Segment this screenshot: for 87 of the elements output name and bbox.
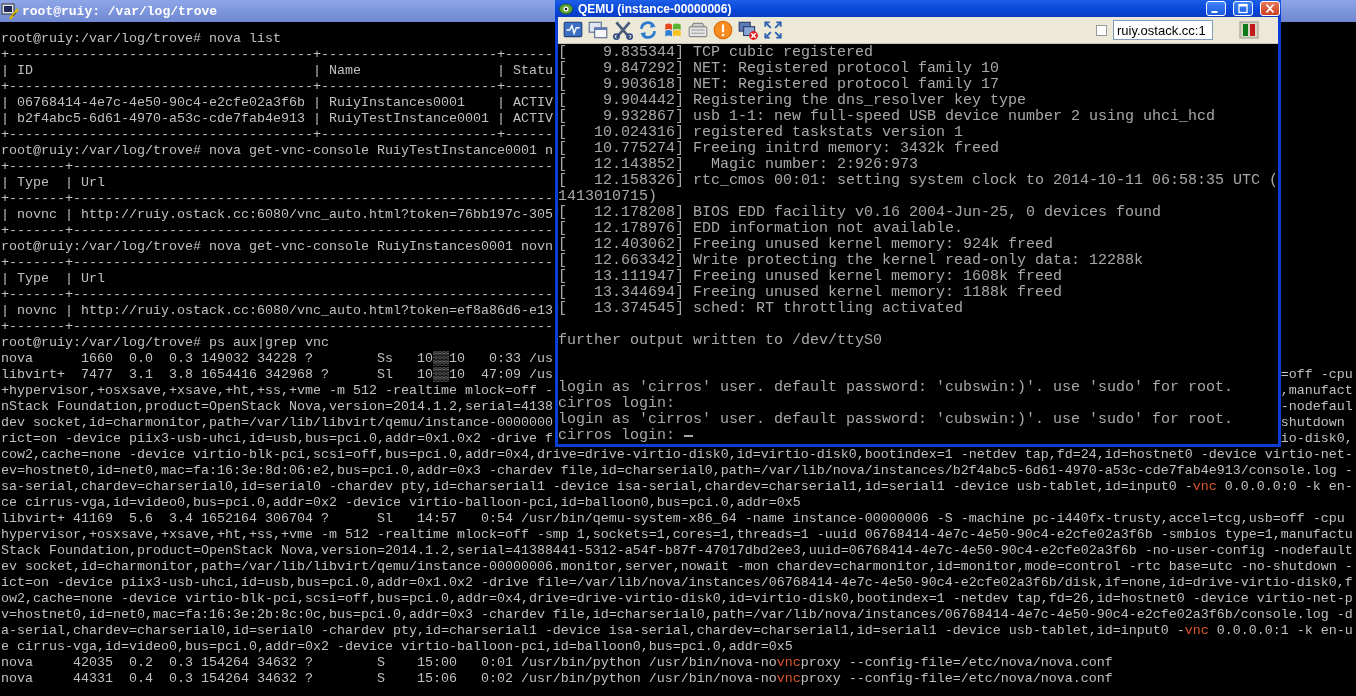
- terminal-line: | novnc | http://ruiy.ostack.cc:6080/vnc_auto.html?token=76bb197c-305: [1, 207, 553, 223]
- terminal-line: nova 1660 0.0 0.3 149032 34228 ? Ss 10▒▒10 0:33 /us: [1, 351, 553, 366]
- console-line: [ 13.344694] Freeing unused kernel memory: 1188k freed: [558, 285, 1063, 301]
- terminal-line: | ID | Name | Statu: [1, 63, 553, 79]
- terminal-line: cow2,cache=none -device virtio-blk-pci,scsi=off,bus=pci.0,addr=0x4,drive=drive-virtio-disk0,id=virtio-disk0,bootindex=1 -netdev tap,fd=24,id=hostnet0 -device virtio-net-: [1, 447, 1353, 463]
- console-line: [ 9.904442] Registering the dns_resolver key type: [558, 93, 1027, 109]
- console-line: further output written to /dev/ttyS0: [558, 333, 883, 349]
- console-line: [ 10.024316] registered taskstats version 1: [558, 125, 964, 141]
- terminal-line: a-serial,chardev=charserial0,id=serial0 -chardev pty,id=charserial1 -device isa-serial,chardev=charserial1,id=serial1 -device usb-tablet,id=input0 -vnc 0.0.0.0:1 -k en-u: [1, 623, 1353, 639]
- terminal-line: libvirt+ 7477 3.1 3.8 1654416 342968 ? Sl 10▒▒10 47:09 /us: [1, 367, 553, 383]
- terminal-line: dev socket,id=charmonitor,path=/var/lib/libvirt/qemu/instance-0000000: [1, 415, 553, 431]
- terminal-line: -nodefaul: [1280, 399, 1353, 415]
- console-line: [ 12.663342] Write protecting the kernel read-only data: 12288k: [558, 253, 1144, 269]
- console-line: login as 'cirros' user. default password: 'cubswin:)'. use 'sudo' for root.: [558, 412, 1234, 428]
- console-line: [ 9.835344] TCP cubic registered: [558, 45, 874, 61]
- terminal-line: ow2,cache=none -device virtio-blk-pci,scsi=off,bus=pci.0,addr=0x4,drive=drive-virtio-disk0,id=virtio-disk0,bootindex=1 -netdev tap,fd=26,id=hostnet0 -device virtio-net-p: [1, 591, 1353, 607]
- alert-icon[interactable]: [712, 19, 734, 41]
- terminal-line: +-------+------------------------------------------------------------: [1, 191, 553, 207]
- fullscreen-icon[interactable]: [762, 19, 784, 41]
- terminal-line: Stack Foundation,product=OpenStack Nova,version=2014.1.2,serial=41388441-5312-a54f-b87f-47017dbd2ee3,uuid=06768414-4e7c-4e50-90c4-e2cfe02a3f6b -no-user-config -nodefault: [1, 543, 1353, 559]
- indicator-icon[interactable]: [1238, 20, 1260, 40]
- terminal-line: nova 42035 0.2 0.3 154264 34632 ? S 15:00 0:01 /usr/bin/python /usr/bin/nova-novncproxy --config-file=/etc/nova/nova.conf: [1, 655, 1113, 671]
- terminal-icon: [1, 2, 19, 20]
- console-line: login as 'cirros' user. default password: 'cubswin:)'. use 'sudo' for root.: [558, 380, 1234, 396]
- terminal-line: shutdown: [1280, 415, 1345, 431]
- terminal-line: | b2f4abc5-6d61-4970-a53c-cde7fab4e913 | RuiyTestInstance0001 | ACTIV: [1, 111, 553, 127]
- terminal-line: | novnc | http://ruiy.ostack.cc:6080/vnc_auto.html?token=ef8a86d6-e13: [1, 303, 553, 319]
- terminal-line: hypervisor,+osxsave,+xsave,+ht,+ss,+vme -m 512 -realtime mlock=off -smp 1,sockets=1,cores=1,threads=1 -uuid 06768414-4e7c-4e50-90c4-e2cfe02a3f6b -smbios type=1,manufactu: [1, 527, 1353, 543]
- terminal-line: e cirrus-vga,id=video0,bus=pci.0,addr=0x2 -device virtio-balloon-pci,id=balloon0,bus=pci.0,addr=0x5: [1, 639, 793, 655]
- windows-icon[interactable]: [587, 19, 609, 41]
- minimize-button[interactable]: [1206, 1, 1226, 16]
- terminal-line: sa-serial,chardev=charserial0,id=serial0 -chardev pty,id=charserial1 -device isa-serial,chardev=charserial1,id=serial1 -device usb-tablet,id=input0 -vnc 0.0.0.0:0 -k en-: [1, 479, 1353, 495]
- eye-icon: [559, 2, 573, 15]
- terminal-line: +-------+------------------------------------------------------------: [1, 159, 553, 175]
- console-line: cirros login:: [558, 396, 676, 412]
- terminal-line: ev=hostnet0,id=net0,mac=fa:16:3e:8d:06:e2,bus=pci.0,addr=0x3 -chardev file,id=charserial0,path=/var/lib/nova/instances/b2f4abc5-6d61-4970-a53c-cde7fab4e913/console.log -: [1, 463, 1353, 479]
- console-line: 1413010715): [558, 189, 658, 205]
- console-line: [ 12.143852] Magic number: 2:926:973: [558, 157, 919, 173]
- console-line: [ 9.932867] usb 1-1: new full-speed USB device number 2 using uhci_hcd: [558, 109, 1216, 125]
- console-line: [ 13.111947] Freeing unused kernel memory: 1608k freed: [558, 269, 1063, 285]
- terminal-line: | Type | Url: [1, 271, 105, 287]
- console-line: [ 10.775274] Freeing initrd memory: 3432k freed: [558, 141, 1000, 157]
- terminal-line: nova 44331 0.4 0.3 154264 34632 ? S 15:06 0:02 /usr/bin/python /usr/bin/nova-novncproxy --config-file=/etc/nova/nova.conf: [1, 671, 1113, 687]
- terminal-line: v=hostnet0,id=net0,mac=fa:16:3e:2b:8c:0c,bus=pci.0,addr=0x3 -chardev file,id=charserial0,path=/var/lib/nova/instances/06768414-4e7c-4e50-90c4-e2cfe02a3f6b/console.log -d: [1, 607, 1353, 623]
- terminal-line: +hypervisor,+osxsave,+xsave,+ht,+ss,+vme -m 512 -realtime mlock=off -: [1, 383, 553, 399]
- console-line: [ 9.903618] NET: Registered protocol family 17: [558, 77, 1000, 93]
- refresh-icon[interactable]: [637, 19, 659, 41]
- terminal-line: +--------------------------------------+----------------------+------: [1, 127, 553, 143]
- console-line: cirros login:: [558, 428, 676, 444]
- terminal-line: libvirt+ 41169 5.6 3.4 1652164 306704 ? Sl 14:57 0:54 /usr/bin/qemu-system-x86_64 -name instance-00000006 -S -machine pc-i440fx-trusty,accel=tcg,usb=off -cpu: [1, 511, 1345, 527]
- terminal-line: nStack Foundation,product=OpenStack Nova,version=2014.1.2,serial=4138: [1, 399, 553, 415]
- console-line: [ 12.178208] BIOS EDD facility v0.16 2004-Jun-25, 0 devices found: [558, 205, 1162, 221]
- terminal-line: +--------------------------------------+----------------------+------: [1, 47, 553, 63]
- console-line: [ 12.178976] EDD information not available.: [558, 221, 964, 237]
- terminal-line: root@ruiy:/var/log/trove# nova list: [1, 31, 281, 47]
- terminal-line: =off -cpu: [1280, 367, 1353, 383]
- console-line: [ 12.403062] Freeing unused kernel memory: 924k freed: [558, 237, 1054, 253]
- terminal-line: +-------+------------------------------------------------------------: [1, 255, 553, 271]
- checkbox[interactable]: [1096, 24, 1107, 36]
- terminal-line: ict=on -device piix3-usb-uhci,id=usb,bus=pci.0,addr=0x1.0x2 -drive file=/var/lib/nova/instances/06768414-4e7c-4e50-90c4-e2cfe02a3f6b/disk,if=none,id=drive-virtio-disk0,f: [1, 575, 1353, 591]
- maximize-button[interactable]: [1233, 1, 1253, 16]
- terminal-line: io-disk0,: [1280, 431, 1353, 447]
- terminal-line: +-------+------------------------------------------------------------: [1, 319, 553, 335]
- terminal-line: +-------+------------------------------------------------------------: [1, 287, 553, 303]
- terminal-line: ev socket,id=charmonitor,path=/var/lib/libvirt/qemu/instance-00000006.monitor,server,nowait -mon chardev=charmonitor,id=monitor,mode=control -rtc base=utc -no-shutdown -: [1, 559, 1353, 575]
- terminal-line: | Type | Url: [1, 175, 105, 191]
- terminal-line: root@ruiy:/var/log/trove# ps aux|grep vnc: [1, 335, 329, 351]
- terminal-line: ce cirrus-vga,id=video0,bus=pci.0,addr=0x2 -device virtio-balloon-pci,id=balloon0,bus=pci.0,addr=0x5: [1, 495, 801, 511]
- console-line: [ 9.847292] NET: Registered protocol family 10: [558, 61, 1000, 77]
- minimize-icon: [1211, 10, 1218, 13]
- close-button[interactable]: [1260, 1, 1280, 16]
- terminal-line: +--------------------------------------+----------------------+------: [1, 79, 553, 95]
- terminal-line: root@ruiy:/var/log/trove# nova get-vnc-console RuiyTestInstance0001 n: [1, 143, 553, 159]
- close-icon: [1264, 3, 1276, 14]
- terminal-line: +-------+------------------------------------------------------------: [1, 223, 553, 239]
- network-disconnect-icon[interactable]: [737, 19, 759, 41]
- terminal-line: root@ruiy:/var/log/trove# nova get-vnc-console RuiyInstances0001 novn: [1, 239, 553, 255]
- window-title: QEMU (instance-00000006): [578, 1, 733, 16]
- console-line: [ 13.374545] sched: RT throttling activated: [558, 301, 964, 317]
- window-title: root@ruiy: /var/log/trove: [22, 3, 218, 19]
- terminal-line: | 06768414-4e7c-4e50-90c4-e2cfe02a3f6b | RuiyInstances0001 | ACTIV: [1, 95, 553, 111]
- address-field[interactable]: ruiy.ostack.cc:1: [1113, 20, 1213, 40]
- terminal-line: ,manufact: [1280, 383, 1353, 399]
- terminal-line: rict=on -device piix3-usb-uhci,id=usb,bus=pci.0,addr=0x1.0x2 -drive f: [1, 431, 553, 447]
- maximize-icon: [1237, 3, 1249, 14]
- tools-icon[interactable]: [612, 19, 634, 41]
- console-line: [ 12.158326] rtc_cmos 00:01: setting system clock to 2014-10-11 06:58:35 UTC (: [558, 173, 1279, 189]
